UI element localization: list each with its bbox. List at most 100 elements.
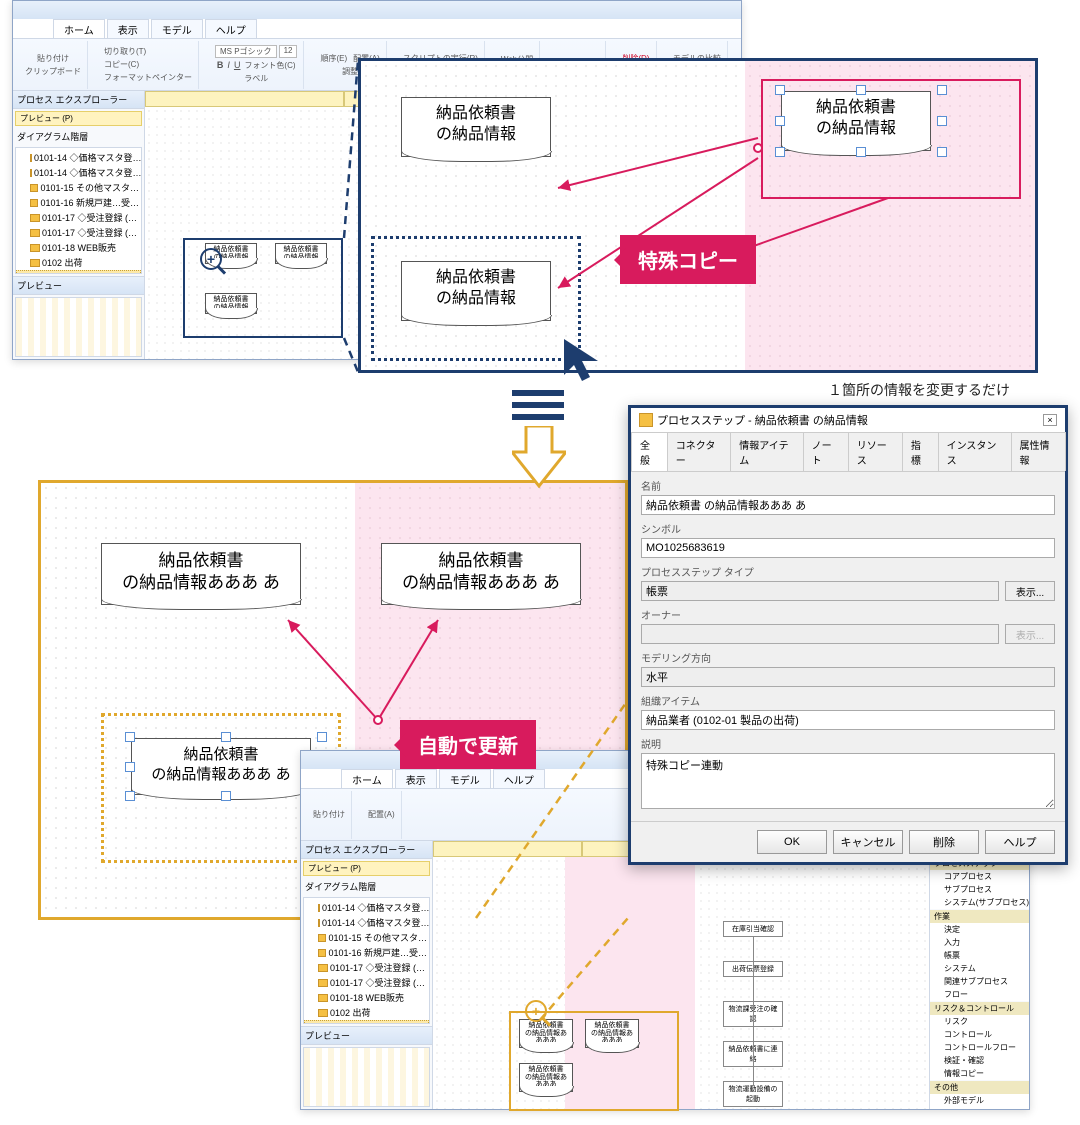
tree-item[interactable]: 0101-14 ◇価格マスタ登… bbox=[16, 165, 141, 180]
stencil-item[interactable]: 情報コピー bbox=[930, 1067, 1029, 1080]
tree-2[interactable]: 0101-14 ◇価格マスタ登…0101-14 ◇価格マスタ登…0101-15 … bbox=[303, 897, 430, 1024]
italic-button[interactable]: I bbox=[227, 60, 230, 71]
tree-item[interactable]: 0101-16 新規戸建…受… bbox=[304, 945, 429, 960]
stencil-item[interactable]: コアプロセス bbox=[930, 870, 1029, 883]
ok-button[interactable]: OK bbox=[757, 830, 827, 854]
tab-home[interactable]: ホーム bbox=[53, 19, 105, 38]
owner-select[interactable] bbox=[641, 624, 999, 644]
tab-view[interactable]: 表示 bbox=[107, 19, 149, 38]
steptype-show-button[interactable]: 表示... bbox=[1005, 581, 1055, 601]
bold-button[interactable]: B bbox=[217, 60, 224, 71]
stencil-item[interactable]: 検証・確認 bbox=[930, 1054, 1029, 1067]
stencil-item[interactable]: サブプロセス bbox=[930, 883, 1029, 896]
doc-gold-2[interactable]: 納品依頼書の納品情報あああ あ bbox=[381, 543, 581, 605]
cut-button[interactable]: 切り取り(T) bbox=[104, 46, 146, 57]
stencil-item[interactable]: システム(サブプロセス) bbox=[930, 896, 1029, 909]
stencil-item[interactable]: 組織アイテム bbox=[930, 1107, 1029, 1109]
stencil-item[interactable]: システム bbox=[930, 962, 1029, 975]
cancel-button[interactable]: キャンセル bbox=[833, 830, 903, 854]
underline-button[interactable]: U bbox=[234, 60, 241, 71]
ribbon-tabs: ホーム 表示 モデル ヘルプ bbox=[13, 19, 741, 39]
stencil-item[interactable]: コントロールフロー bbox=[930, 1041, 1029, 1054]
name-input[interactable] bbox=[641, 495, 1055, 515]
preview-toggle-2[interactable]: プレビュー (P) bbox=[303, 861, 430, 876]
doc-small-g2[interactable]: 納品依頼書の納品情報ああああ bbox=[585, 1019, 639, 1048]
stencil-item[interactable]: フロー bbox=[930, 988, 1029, 1001]
tree-item[interactable]: 0101-18 WEB販売 bbox=[16, 240, 141, 255]
font-select[interactable]: MS Pゴシック bbox=[215, 45, 277, 58]
format-painter-button[interactable]: フォーマットペインター bbox=[104, 72, 192, 83]
direction-select[interactable] bbox=[641, 667, 1055, 687]
orgitem-input[interactable] bbox=[641, 710, 1055, 730]
symbol-input[interactable] bbox=[641, 538, 1055, 558]
dialog-titlebar[interactable]: プロセスステップ - 納品依頼書 の納品情報 × bbox=[631, 408, 1065, 432]
flow-node-1[interactable]: 在庫引当確認 bbox=[723, 921, 783, 937]
tree-item[interactable]: 0101-17 ◇受注登録 (… bbox=[304, 960, 429, 975]
tree-item[interactable]: 0101-15 その他マスタ… bbox=[16, 180, 141, 195]
tab-help-2[interactable]: ヘルプ bbox=[493, 769, 545, 788]
paste-button-2[interactable]: 貼り付け bbox=[313, 809, 345, 820]
delete-button-dlg[interactable]: 削除 bbox=[909, 830, 979, 854]
tree-item[interactable]: 0102 出荷 bbox=[304, 1005, 429, 1020]
folder-icon bbox=[30, 214, 40, 222]
doc-navy-3[interactable]: 納品依頼書の納品情報 bbox=[401, 261, 551, 321]
tab-note[interactable]: ノート bbox=[803, 432, 849, 471]
dialog-close-button[interactable]: × bbox=[1043, 414, 1057, 426]
font-color-button[interactable]: フォント色(C) bbox=[244, 60, 295, 71]
tab-resource[interactable]: リソース bbox=[848, 432, 903, 471]
stencil-item[interactable]: 帳票 bbox=[930, 949, 1029, 962]
tab-model-2[interactable]: モデル bbox=[439, 769, 491, 788]
font-size-select[interactable]: 12 bbox=[279, 45, 298, 58]
stencil-item[interactable]: 決定 bbox=[930, 923, 1029, 936]
tab-model[interactable]: モデル bbox=[151, 19, 203, 38]
stencil-item[interactable]: コントロール bbox=[930, 1028, 1029, 1041]
stencil-item[interactable]: 関連サブプロセス bbox=[930, 975, 1029, 988]
tab-instance[interactable]: インスタンス bbox=[938, 432, 1012, 471]
order-button[interactable]: 順序(E) bbox=[320, 53, 347, 64]
stencil-item[interactable]: 入力 bbox=[930, 936, 1029, 949]
preview-toggle[interactable]: プレビュー (P) bbox=[15, 111, 142, 126]
steptype-select[interactable] bbox=[641, 581, 999, 601]
stencil-panel: プロセスプロセスステップコアプロセスサブプロセスシステム(サブプロセス)作業決定… bbox=[929, 841, 1029, 1109]
tree-item[interactable]: 0101-17 ◇受注登録 (… bbox=[16, 210, 141, 225]
tree-item[interactable]: 0101-14 ◇価格マスタ登… bbox=[304, 915, 429, 930]
stencil-item[interactable]: 外部モデル bbox=[930, 1094, 1029, 1107]
align-button-2[interactable]: 配置(A) bbox=[368, 809, 395, 820]
tree-item[interactable]: 0101-15 その他マスタ… bbox=[304, 930, 429, 945]
stencil-group-header: その他 bbox=[930, 1081, 1029, 1094]
tab-connector[interactable]: コネクター bbox=[667, 432, 732, 471]
help-button[interactable]: ヘルプ bbox=[985, 830, 1055, 854]
stencil-item[interactable]: リスク bbox=[930, 1015, 1029, 1028]
canvas-2[interactable]: 納品業者 納品依頼書の納品情報ああああ 納品依頼書の納品情報ああああ 納品依頼書… bbox=[433, 841, 1029, 1109]
doc-gold-3[interactable]: 納品依頼書の納品情報あああ あ bbox=[131, 738, 311, 795]
tree-item[interactable]: 0101-14 ◇価格マスタ登… bbox=[304, 900, 429, 915]
tab-attr[interactable]: 属性情報 bbox=[1011, 432, 1067, 471]
doc-small-g3[interactable]: 納品依頼書の納品情報ああああ bbox=[519, 1063, 573, 1092]
doc-gold-1[interactable]: 納品依頼書の納品情報あああ あ bbox=[101, 543, 301, 605]
tab-home-2[interactable]: ホーム bbox=[341, 769, 393, 788]
copy-button[interactable]: コピー(C) bbox=[104, 59, 139, 70]
tab-help[interactable]: ヘルプ bbox=[205, 19, 257, 38]
doc-navy-1[interactable]: 納品依頼書の納品情報 bbox=[401, 97, 551, 157]
description-textarea[interactable] bbox=[641, 753, 1055, 809]
tab-general[interactable]: 全般 bbox=[631, 432, 668, 471]
tree-item[interactable]: 0101-17 ◇受注登録 (… bbox=[16, 225, 141, 240]
tab-view-2[interactable]: 表示 bbox=[395, 769, 437, 788]
process-explorer-title-2: プロセス エクスプローラー bbox=[301, 841, 432, 859]
tab-info-item[interactable]: 情報アイテム bbox=[730, 432, 803, 471]
tab-indicator[interactable]: 指標 bbox=[902, 432, 939, 471]
process-explorer-title: プロセス エクスプローラー bbox=[13, 91, 144, 109]
tree-item[interactable]: 0101-18 WEB販売 bbox=[304, 990, 429, 1005]
tree-item[interactable]: 0102-01 製品の出荷 bbox=[16, 270, 141, 274]
tree-item[interactable]: 0102-01 製品の出荷 bbox=[304, 1020, 429, 1024]
ribbon-clip-options: 切り取り(T) コピー(C) フォーマットペインター bbox=[98, 41, 199, 89]
tree-1[interactable]: 0101-14 ◇価格マスタ登…0101-14 ◇価格マスタ登…0101-15 … bbox=[15, 147, 142, 274]
folder-icon bbox=[318, 994, 328, 1002]
tree-item[interactable]: 0101-16 新規戸建…受… bbox=[16, 195, 141, 210]
tree-item[interactable]: 0102 出荷 bbox=[16, 255, 141, 270]
tree-item[interactable]: 0101-17 ◇受注登録 (… bbox=[304, 975, 429, 990]
steptype-label: プロセスステップ タイプ bbox=[641, 564, 1055, 579]
paste-button[interactable]: 貼り付け bbox=[37, 53, 69, 64]
tree-item[interactable]: 0101-14 ◇価格マスタ登… bbox=[16, 150, 141, 165]
tree-item-label: 0101-15 その他マスタ… bbox=[40, 181, 139, 194]
